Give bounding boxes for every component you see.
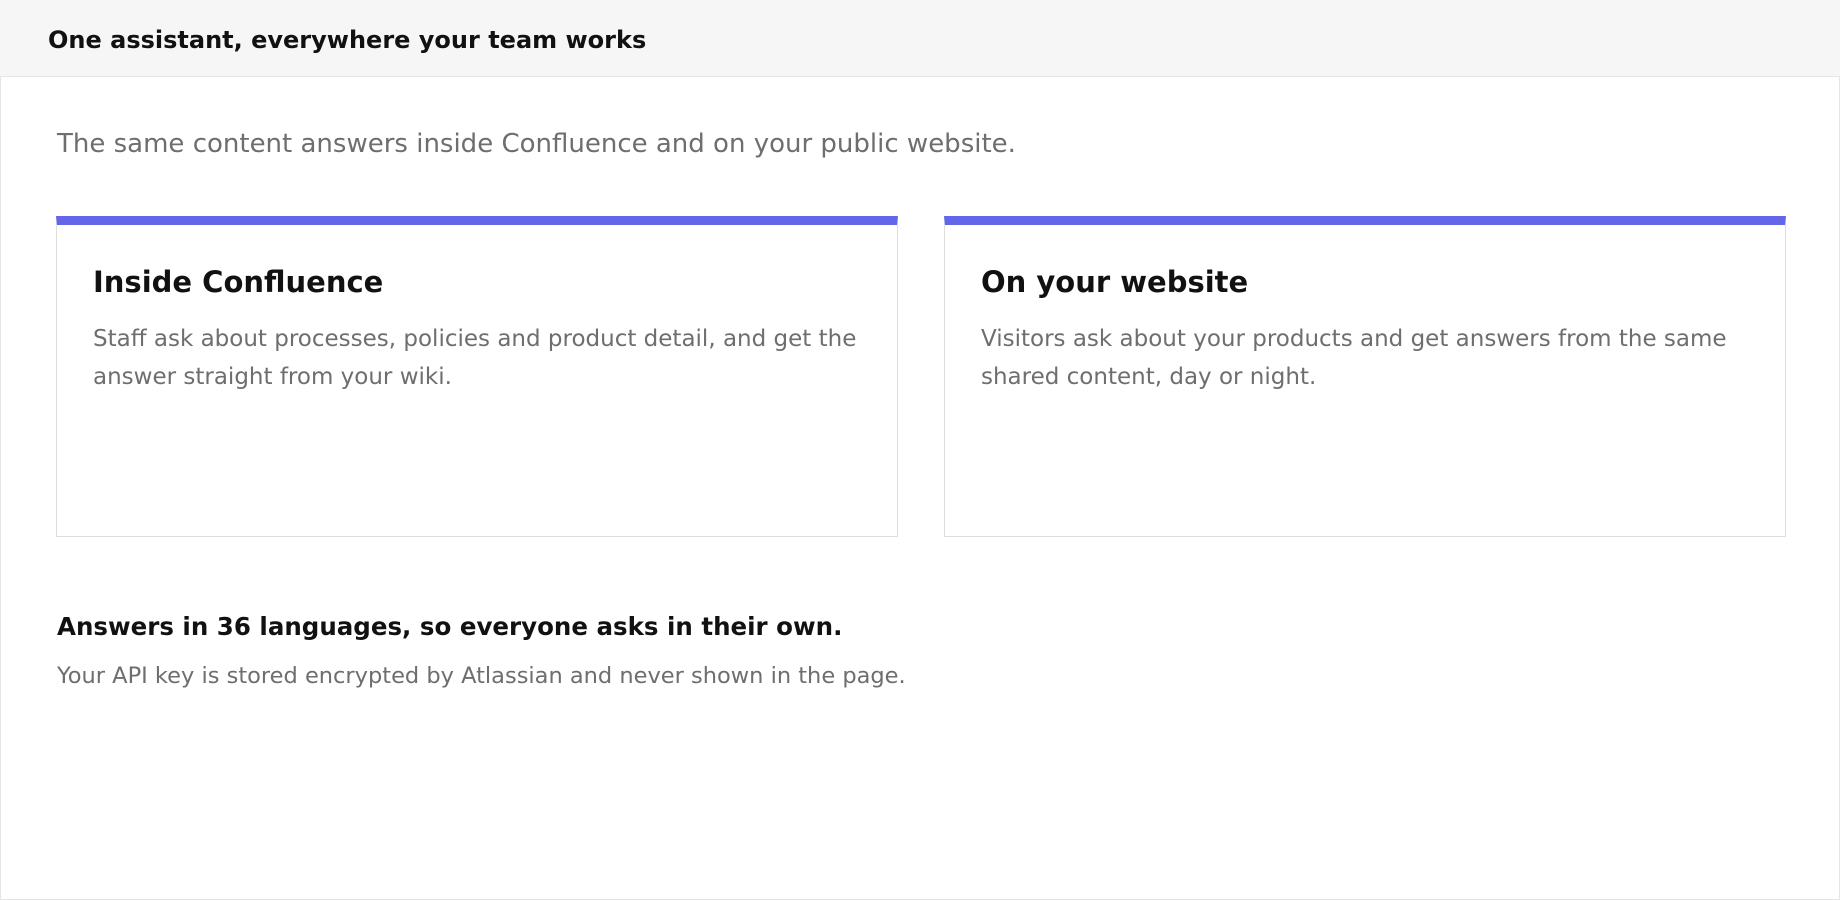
security-note: Your API key is stored encrypted by Atla… [57,663,906,689]
content-panel: The same content answers inside Confluen… [0,77,1840,900]
card-title: On your website [981,265,1249,299]
card-description: Staff ask about processes, policies and … [93,326,857,390]
intro-text: The same content answers inside Confluen… [57,129,1016,159]
card-inside-confluence: Inside Confluence Staff ask about proces… [56,216,898,537]
languages-note: Answers in 36 languages, so everyone ask… [57,612,843,641]
card-description: Visitors ask about your products and get… [981,326,1727,390]
header-bar: One assistant, everywhere your team work… [0,0,1840,77]
page-title: One assistant, everywhere your team work… [48,26,647,54]
card-on-your-website: On your website Visitors ask about your … [944,216,1786,537]
card-title: Inside Confluence [93,265,384,299]
